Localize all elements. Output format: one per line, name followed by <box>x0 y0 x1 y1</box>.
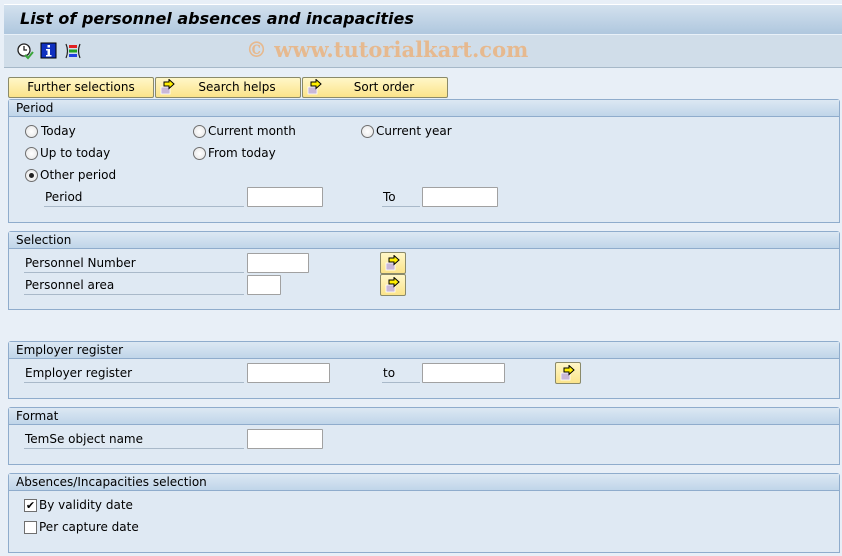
sort-order-button[interactable]: Sort order <box>302 77 448 98</box>
temse-object-name-input[interactable] <box>247 429 323 449</box>
by-validity-date-checkbox[interactable]: ✔ <box>24 499 37 512</box>
period-to-input[interactable] <box>422 187 498 207</box>
arrow-right-icon <box>385 277 400 293</box>
execute-clock-icon[interactable] <box>16 42 34 60</box>
employer-register-group: Employer register Employer register to <box>8 341 840 399</box>
search-helps-button[interactable]: Search helps <box>155 77 301 98</box>
employer-register-to-label: to <box>382 364 420 383</box>
radio-current-month[interactable] <box>193 125 206 138</box>
period-to-label: To <box>382 188 420 207</box>
variant-icon[interactable] <box>64 42 82 60</box>
personnel-area-input[interactable] <box>247 275 281 295</box>
arrow-right-icon <box>385 255 400 271</box>
radio-from-today-label: From today <box>208 146 276 160</box>
selection-group: Selection Personnel Number Personnel are… <box>8 231 840 310</box>
employer-register-header: Employer register <box>9 342 839 359</box>
info-icon[interactable] <box>40 42 58 60</box>
personnel-number-input[interactable] <box>247 253 309 273</box>
radio-current-year[interactable] <box>361 125 374 138</box>
format-group: Format TemSe object name <box>8 407 840 465</box>
employer-register-to-input[interactable] <box>422 363 505 383</box>
radio-today[interactable] <box>25 125 38 138</box>
absences-selection-group: Absences/Incapacities selection ✔ By val… <box>8 473 840 553</box>
selection-header: Selection <box>9 232 839 249</box>
radio-current-month-label: Current month <box>208 124 296 138</box>
period-header: Period <box>9 100 839 117</box>
personnel-number-label: Personnel Number <box>24 254 244 273</box>
watermark: © www.tutorialkart.com <box>246 37 529 62</box>
further-selections-label: Further selections <box>27 80 135 94</box>
page-title: List of personnel absences and incapacit… <box>20 9 414 28</box>
title-bar: List of personnel absences and incapacit… <box>4 4 842 35</box>
personnel-area-multiple-selection-button[interactable] <box>380 274 406 296</box>
per-capture-date-label: Per capture date <box>39 520 139 534</box>
employer-register-multiple-selection-button[interactable] <box>555 362 581 384</box>
format-header: Format <box>9 408 839 425</box>
radio-up-to-today[interactable] <box>25 147 38 160</box>
radio-from-today[interactable] <box>193 147 206 160</box>
arrow-right-icon <box>560 365 575 381</box>
temse-object-name-label: TemSe object name <box>24 430 244 449</box>
further-selections-button[interactable]: Further selections <box>8 77 154 98</box>
by-validity-date-label: By validity date <box>39 498 133 512</box>
per-capture-date-checkbox[interactable] <box>24 521 37 534</box>
radio-up-to-today-label: Up to today <box>40 146 111 160</box>
employer-register-label: Employer register <box>24 364 244 383</box>
period-label: Period <box>44 188 244 207</box>
radio-current-year-label: Current year <box>376 124 452 138</box>
application-toolbar: © www.tutorialkart.com <box>4 35 842 68</box>
personnel-number-multiple-selection-button[interactable] <box>380 252 406 274</box>
absences-selection-header: Absences/Incapacities selection <box>9 474 839 491</box>
radio-other-period-label: Other period <box>40 168 117 182</box>
sort-order-label: Sort order <box>353 80 415 94</box>
radio-today-label: Today <box>41 124 76 138</box>
radio-other-period[interactable] <box>25 169 38 182</box>
employer-register-from-input[interactable] <box>247 363 330 383</box>
period-from-input[interactable] <box>247 187 323 207</box>
personnel-area-label: Personnel area <box>24 276 244 295</box>
period-group: Period Today Current month Current year … <box>8 99 840 223</box>
search-helps-label: Search helps <box>198 80 276 94</box>
